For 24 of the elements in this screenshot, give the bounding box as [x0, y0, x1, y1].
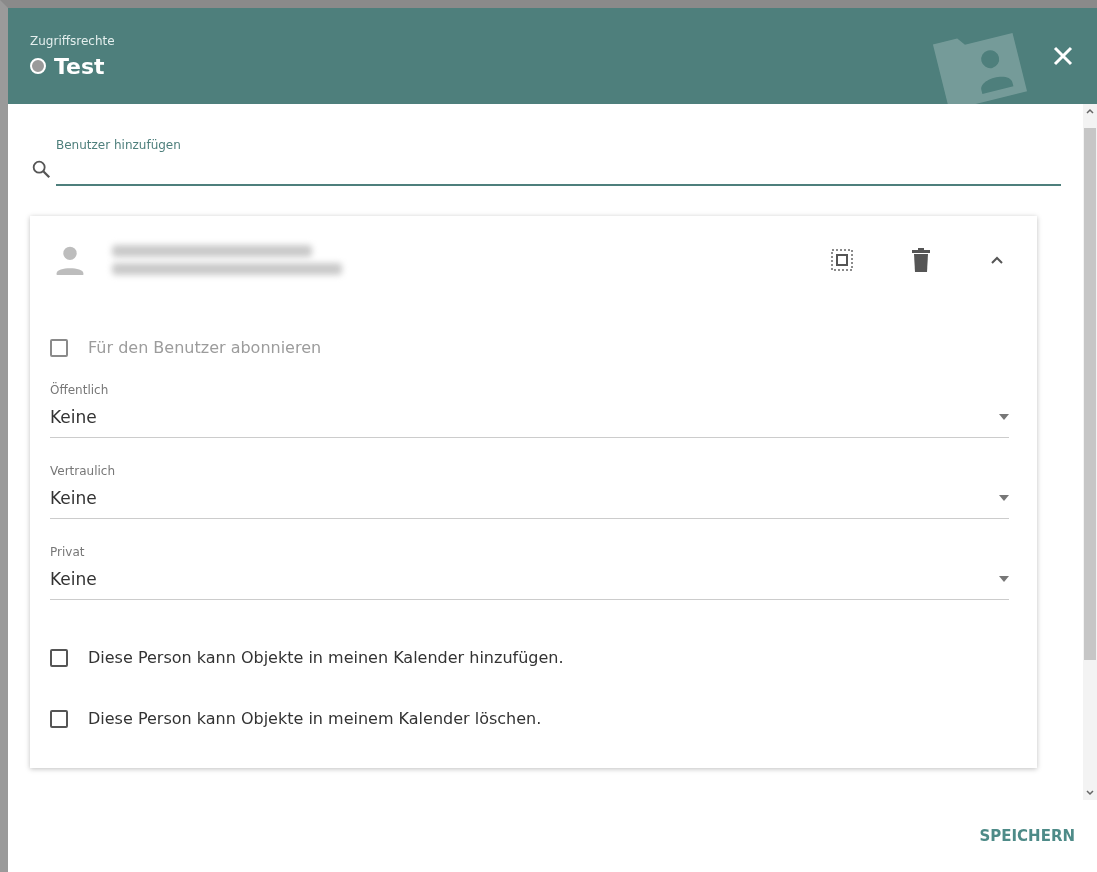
dropdown-arrow-icon — [999, 414, 1009, 420]
dialog-title: Test — [54, 53, 105, 79]
dropdown-arrow-icon — [999, 495, 1009, 501]
subscribe-label: Für den Benutzer abonnieren — [88, 338, 322, 357]
dropdown-arrow-icon — [999, 576, 1009, 582]
close-icon — [1052, 45, 1074, 67]
permission-select[interactable]: Keine — [50, 569, 1009, 600]
status-dot-icon — [30, 58, 46, 74]
permission-label: Diese Person kann Objekte in meinen Kalender hinzufügen. — [88, 648, 564, 667]
permission-select[interactable]: Keine — [50, 488, 1009, 519]
scrollbar[interactable] — [1083, 104, 1097, 800]
select-label: Vertraulich — [50, 464, 117, 478]
search-icon — [30, 158, 52, 180]
save-button[interactable]: SPEICHERN — [971, 819, 1083, 853]
scroll-down-icon — [1086, 790, 1094, 796]
dialog-subtitle: Zugriffsrechte — [30, 33, 116, 48]
scroll-up-icon — [1086, 108, 1094, 114]
add-user-field[interactable]: Benutzer hinzufügen — [56, 138, 1061, 186]
select-label: Öffentlich — [50, 383, 110, 397]
permission-label: Diese Person kann Objekte in meinem Kalender löschen. — [88, 709, 542, 728]
permission-checkbox[interactable] — [50, 709, 68, 728]
permission-checkbox[interactable] — [50, 648, 68, 667]
permission-select[interactable]: Keine — [50, 407, 1009, 438]
select-label: Privat — [50, 545, 86, 559]
